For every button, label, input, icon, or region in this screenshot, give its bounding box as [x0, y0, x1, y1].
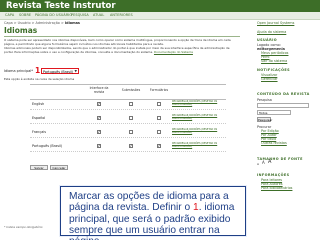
forms-checkbox[interactable] [157, 143, 161, 148]
save-button[interactable]: Salvar [30, 165, 48, 170]
sidebar-search-input[interactable] [257, 103, 309, 108]
nav-item-atual[interactable]: ATUAL [93, 12, 104, 19]
submissions-checkbox[interactable] [129, 130, 133, 134]
language-name: Português (Brasil) [32, 144, 63, 148]
ui-checkbox[interactable] [97, 129, 101, 134]
primary-language-select[interactable]: Português (Brasil) ▼ [41, 68, 79, 74]
primary-language-note: Esta opção é exibida na caixa de seleção… [4, 77, 75, 81]
main-navbar: CAPA SOBRE PÁGINA DO USUÁRIO PESQUISA AT… [0, 12, 320, 20]
browse-other-journals-link[interactable]: Outras revistas [261, 141, 287, 145]
language-name: English [32, 102, 45, 106]
sidebar-search-label: Pesquisa [257, 98, 272, 102]
font-size-small-icon[interactable]: A [257, 162, 259, 166]
manage-text: Idiomas adicionais podem ser disponibili… [4, 46, 230, 54]
ui-checkbox[interactable] [97, 143, 101, 148]
ui-checkbox[interactable] [97, 101, 101, 106]
table-row: Español Recarregar padrões (Resetar os d… [30, 113, 226, 124]
col-header-ui: Interface da revista [89, 86, 109, 94]
primary-language-label: Idioma principal* [4, 69, 33, 73]
nav-item-capa[interactable]: CAPA [5, 12, 14, 19]
ojs-link[interactable]: Open Journal Systems [257, 21, 294, 25]
forms-checkbox[interactable] [157, 102, 161, 106]
sidebar-search-button[interactable]: Pesquisar [257, 117, 272, 122]
forms-checkbox[interactable] [157, 116, 161, 120]
reload-defaults-link[interactable]: Recarregar padrões (Resetar os dados pad… [172, 114, 224, 120]
sidebar-notifications-title: NOTIFICAÇÕES [257, 68, 290, 72]
breadcrumb-path[interactable]: Capa > Usuário > Administração > [4, 21, 64, 25]
reload-defaults-link[interactable]: Recarregar padrões (Resetar os dados pad… [172, 142, 224, 148]
forms-checkbox[interactable] [157, 130, 161, 134]
sidebar-link-logout[interactable]: Sair do sistema [261, 59, 287, 63]
title-divider [4, 36, 240, 37]
instruction-callout-text: Marcar as opções de idioma para a página… [69, 191, 241, 240]
breadcrumb-current: Idiomas [64, 21, 80, 25]
col-header-forms: Formulários [149, 88, 169, 92]
reload-defaults-link[interactable]: Recarregar padrões (Resetar os dados pad… [172, 100, 224, 106]
sidebar-search-scope-select[interactable]: Todos [257, 110, 291, 115]
submissions-checkbox[interactable] [129, 102, 133, 106]
screen: Revista Teste Instrutor CAPA SOBRE PÁGIN… [0, 0, 320, 240]
documentation-link[interactable]: Documentação do Sistema [154, 50, 193, 54]
nav-item-anteriores[interactable]: ANTERIORES [110, 12, 133, 19]
ui-checkbox[interactable] [97, 115, 101, 120]
notifications-manage-link[interactable]: Gerenciar [261, 77, 278, 81]
table-row: Português (Brasil) Recarregar padrões (R… [30, 141, 226, 152]
table-row: Français Recarregar padrões (Resetar os … [30, 127, 226, 138]
sidebar-user-title: USUÁRIO [257, 38, 278, 42]
font-size-large-icon[interactable]: A [268, 160, 271, 165]
font-size-medium-icon[interactable]: A [262, 161, 265, 165]
sidebar-content-title: CONTEÚDO DA REVISTA [257, 92, 310, 96]
site-title[interactable]: Revista Teste Instrutor [6, 1, 116, 11]
manage-paragraph: Idiomas adicionais podem ser disponibili… [4, 46, 239, 54]
submissions-checkbox[interactable] [129, 143, 133, 148]
table-row: English Recarregar padrões (Resetar os d… [30, 99, 226, 110]
chevron-down-icon: ▼ [74, 69, 77, 73]
sidebar-info-title: INFORMAÇÕES [257, 173, 290, 177]
site-header: Revista Teste Instrutor [0, 0, 320, 12]
nav-item-sobre[interactable]: SOBRE [19, 12, 31, 19]
language-name: Français [32, 130, 46, 134]
reload-defaults-link[interactable]: Recarregar padrões (Resetar os dados pad… [172, 128, 224, 134]
system-help-link[interactable]: Ajuda do sistema [257, 30, 286, 34]
nav-item-user-page[interactable]: PÁGINA DO USUÁRIO [35, 12, 72, 19]
required-field-note: * Indica campo obrigatório [4, 225, 43, 229]
page-title: Idiomas [4, 26, 38, 35]
primary-language-value: Português (Brasil) [43, 70, 74, 74]
nav-item-pesquisa[interactable]: PESQUISA [71, 12, 89, 19]
cancel-button[interactable]: Cancelar [50, 165, 68, 170]
breadcrumb[interactable]: Capa > Usuário > Administração > Idiomas [4, 21, 80, 25]
col-header-submissions: Submissões [121, 88, 141, 92]
callout-marker-1: 1 [35, 66, 41, 75]
language-name: Español [32, 116, 46, 120]
info-librarians-link[interactable]: Para Bibliotecários [261, 186, 292, 190]
languages-table-header: Interface da revista Submissões Formulár… [30, 84, 226, 100]
instruction-callout: Marcar as opções de idioma para a página… [60, 186, 246, 240]
submissions-checkbox[interactable] [129, 116, 133, 120]
